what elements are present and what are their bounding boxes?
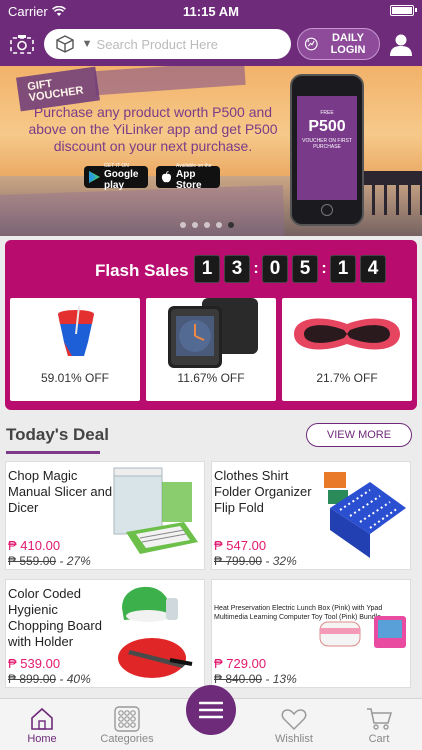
shirt-folder-image [324, 472, 406, 558]
carousel-dot[interactable] [204, 222, 210, 228]
tab-wishlist[interactable]: Wishlist [259, 705, 329, 745]
tab-cart-label: Cart [368, 733, 390, 745]
deal-price: ₱ 539.00 [8, 656, 61, 671]
deal-old-price: ₱ 840.00 - 13% [214, 672, 297, 686]
status-time: 11:15 AM [183, 3, 239, 19]
chopping-board-image [118, 586, 193, 678]
flash-item-discount: 21.7% OFF [316, 371, 378, 385]
flash-item-discount: 59.01% OFF [40, 371, 110, 385]
deal-old-price: ₱ 559.00 - 27% [8, 554, 91, 568]
flash-sales-section: Flash Sales 1 3 : 0 5 : 1 4 59.01% OFF 1… [5, 240, 417, 410]
daily-login-label: DAILY LOGIN [330, 32, 366, 56]
top-bar: Carrier 11:15 AM ▼ DAILY LOGIN [0, 0, 422, 66]
carousel-dot[interactable] [192, 222, 198, 228]
app-store-badge[interactable]: Available on the App Store [156, 163, 220, 191]
apple-icon [161, 171, 172, 183]
home-icon [31, 707, 53, 730]
menu-button[interactable] [186, 685, 236, 735]
google-play-badge[interactable]: GET IT ON Google play [84, 163, 148, 191]
deal-name: Chop Magic Manual Slicer and Dicer [8, 468, 113, 515]
deal-card[interactable]: Color Coded Hygienic Chopping Board with… [5, 579, 205, 688]
camera-icon [10, 35, 34, 54]
todays-deal-header: Today's Deal VIEW MORE [0, 420, 422, 454]
battery-icon [390, 5, 417, 16]
tab-bar: Home Categories Wishlist Cart [0, 685, 422, 750]
timer-digit: 3 [224, 255, 250, 283]
deal-old-price: ₱ 899.00 - 40% [8, 672, 91, 686]
tab-home-label: Home [27, 733, 57, 745]
search-input[interactable] [96, 36, 284, 52]
deal-price: ₱ 729.00 [214, 656, 267, 671]
deal-card[interactable]: Clothes Shirt Folder Organizer Flip Fold… [211, 461, 411, 570]
carousel-dot[interactable] [180, 222, 186, 228]
lunch-box-image [319, 616, 406, 648]
promo-banner[interactable]: GIFT VOUCHER Purchase any product worth … [0, 66, 422, 236]
flash-sales-title: Flash Sales [95, 261, 189, 280]
flash-item-discount: 11.67% OFF [177, 371, 245, 385]
slicer-dicer-image [113, 467, 198, 554]
google-play-icon [89, 171, 100, 183]
timer-digit: 0 [262, 255, 288, 283]
view-more-button[interactable]: VIEW MORE [306, 423, 412, 447]
deal-old-price: ₱ 799.00 - 32% [214, 554, 297, 568]
deal-name: Clothes Shirt Folder Organizer Flip Fold [214, 468, 312, 515]
cart-icon [367, 708, 392, 730]
hamburger-menu-icon [199, 701, 223, 719]
user-icon [390, 34, 413, 56]
carousel-dots[interactable] [180, 222, 234, 228]
eye-mask-image [294, 318, 400, 350]
flash-item-card[interactable]: 59.01% OFF [10, 298, 140, 401]
carousel-dot-active[interactable] [228, 222, 234, 228]
flash-item-card[interactable]: 21.7% OFF [282, 298, 412, 401]
profile-button[interactable] [386, 29, 416, 59]
phone-screen: FREE P500 VOUCHER ON FIRST PURCHASE [297, 96, 357, 200]
daily-login-button[interactable]: DAILY LOGIN [297, 28, 381, 60]
deal-card[interactable]: Heat Preservation Electric Lunch Box (Pi… [211, 579, 411, 688]
chevron-down-icon[interactable]: ▼ [82, 38, 93, 50]
timer-digit: 1 [194, 255, 220, 283]
promo-text: Purchase any product worth P500 and abov… [28, 104, 278, 154]
phone-image: FREE P500 VOUCHER ON FIRST PURCHASE [290, 74, 364, 226]
heart-icon [281, 709, 307, 731]
deal-price: ₱ 547.00 [214, 538, 267, 553]
tab-cart[interactable]: Cart [344, 705, 414, 745]
tab-categories-label: Categories [100, 733, 154, 745]
timer-digit: 5 [292, 255, 318, 283]
timer-digit: 1 [330, 255, 356, 283]
carousel-dot[interactable] [216, 222, 222, 228]
flash-item-card[interactable]: 11.67% OFF [146, 298, 276, 401]
flash-sales-timer: 1 3 : 0 5 : 1 4 [194, 255, 386, 283]
deal-card[interactable]: Chop Magic Manual Slicer and Dicer ₱ 410… [5, 461, 205, 570]
status-bar: Carrier 11:15 AM [0, 0, 422, 22]
daily-login-icon [305, 37, 318, 51]
header: ▼ DAILY LOGIN [0, 22, 422, 66]
categories-icon [114, 706, 140, 732]
timer-digit: 4 [360, 255, 386, 283]
deal-price: ₱ 410.00 [8, 538, 61, 553]
slushy-cup-image [58, 306, 94, 356]
smartwatch-image [168, 298, 258, 368]
tab-categories[interactable]: Categories [92, 705, 162, 745]
todays-deal-title: Today's Deal [6, 425, 109, 444]
category-filter-icon[interactable] [52, 33, 78, 55]
tab-home[interactable]: Home [7, 705, 77, 745]
search-bar[interactable]: ▼ [43, 29, 292, 59]
deal-name: Color Coded Hygienic Chopping Board with… [8, 586, 102, 649]
tab-wishlist-label: Wishlist [275, 733, 313, 745]
camera-search-button[interactable] [6, 30, 38, 58]
